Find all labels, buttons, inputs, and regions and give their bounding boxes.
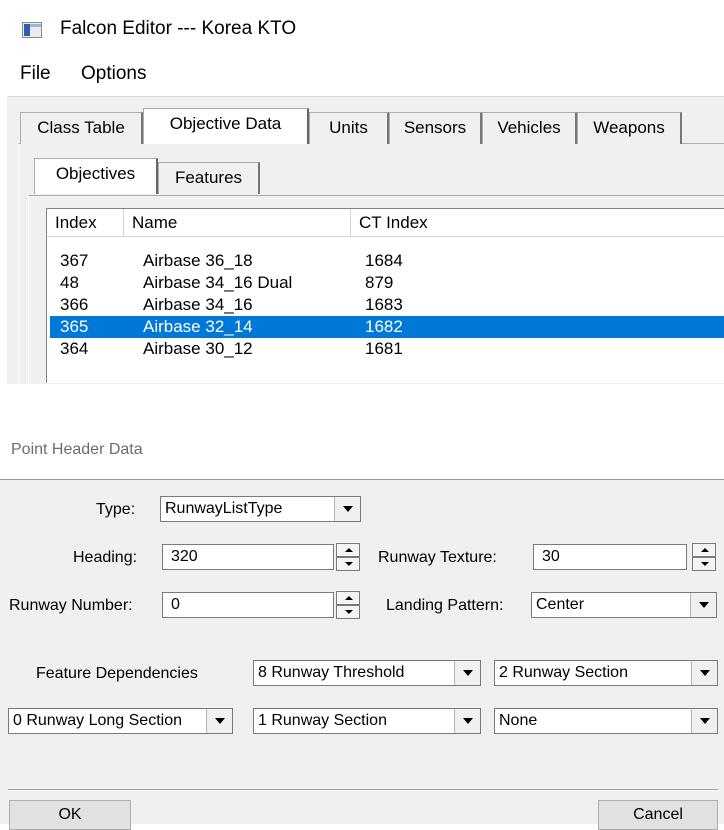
runway-texture-spinner[interactable]	[692, 543, 716, 571]
runway-number-field[interactable]: 0	[162, 592, 334, 618]
chevron-down-icon[interactable]	[690, 593, 716, 617]
chevron-down-icon[interactable]	[691, 709, 717, 733]
tab-vehicles[interactable]: Vehicles	[482, 112, 577, 144]
heading-label: Heading:	[73, 549, 138, 566]
spin-down-icon[interactable]	[692, 557, 716, 571]
tab-class-table[interactable]: Class Table	[20, 112, 143, 144]
spin-down-icon[interactable]	[336, 557, 360, 571]
list-item-selected[interactable]: 365 Airbase 32_14 1682	[50, 316, 724, 338]
landing-pattern-label: Landing Pattern:	[386, 597, 504, 614]
landing-pattern-dropdown[interactable]: Center	[531, 592, 717, 618]
chevron-down-icon[interactable]	[454, 709, 480, 733]
cell-index: 365	[60, 317, 89, 336]
menu-file[interactable]: File	[20, 63, 51, 85]
subtab-features[interactable]: Features	[158, 162, 260, 194]
cell-ct-index: 879	[365, 273, 394, 292]
cell-index: 367	[60, 251, 89, 270]
cell-index: 48	[60, 273, 79, 292]
feature-dependencies-label: Feature Dependencies	[36, 665, 198, 682]
column-header-index[interactable]: Index	[47, 209, 124, 237]
cell-name: Airbase 34_16	[143, 295, 253, 314]
chevron-down-icon[interactable]	[691, 661, 717, 685]
dependency-value: 8 Runway Threshold	[258, 664, 405, 681]
dependency-dropdown-1[interactable]: 8 Runway Threshold	[253, 660, 481, 686]
list-item[interactable]: 367 Airbase 36_18 1684	[50, 250, 724, 272]
objectives-list[interactable]: Index Name CT Index 367 Airbase 36_18 16…	[46, 208, 724, 383]
chevron-down-icon[interactable]	[454, 661, 480, 685]
column-header-name[interactable]: Name	[124, 209, 351, 237]
tab-weapons[interactable]: Weapons	[577, 112, 682, 144]
heading-field[interactable]: 320	[162, 544, 334, 570]
chevron-down-icon[interactable]	[334, 497, 360, 521]
runway-texture-label: Runway Texture:	[378, 549, 497, 566]
runway-number-label: Runway Number:	[9, 597, 133, 614]
cell-ct-index: 1682	[365, 317, 403, 336]
cell-index: 364	[60, 339, 89, 358]
dependency-value: None	[499, 712, 538, 729]
list-item[interactable]: 48 Airbase 34_16 Dual 879	[50, 272, 724, 294]
menu-options[interactable]: Options	[81, 63, 146, 85]
runway-texture-field[interactable]: 30	[533, 544, 687, 570]
spin-down-icon[interactable]	[336, 605, 360, 619]
cancel-button[interactable]: Cancel	[598, 800, 718, 830]
dependency-dropdown-4[interactable]: 1 Runway Section	[253, 708, 481, 734]
list-item[interactable]: 364 Airbase 30_12 1681	[50, 338, 724, 360]
type-value: RunwayListType	[165, 500, 283, 517]
dependency-value: 1 Runway Section	[258, 712, 387, 729]
dependency-dropdown-3[interactable]: 0 Runway Long Section	[8, 708, 233, 734]
runway-number-spinner[interactable]	[336, 591, 360, 619]
app-icon	[22, 22, 42, 38]
tab-sensors[interactable]: Sensors	[389, 112, 482, 144]
cell-ct-index: 1681	[365, 339, 403, 358]
spin-up-icon[interactable]	[336, 543, 360, 557]
heading-spinner[interactable]	[336, 543, 360, 571]
type-dropdown[interactable]: RunwayListType	[160, 496, 361, 522]
dependency-dropdown-5[interactable]: None	[494, 708, 718, 734]
ok-button[interactable]: OK	[9, 800, 131, 830]
cell-name: Airbase 32_14	[143, 317, 253, 336]
tab-units[interactable]: Units	[309, 112, 389, 144]
cell-name: Airbase 36_18	[143, 251, 253, 270]
point-header-dialog: Type: RunwayListType Heading: 320 Runway…	[0, 479, 724, 824]
dialog-title: Point Header Data	[11, 441, 143, 458]
dependency-dropdown-2[interactable]: 2 Runway Section	[494, 660, 718, 686]
cell-name: Airbase 34_16 Dual	[143, 273, 293, 292]
dependency-value: 0 Runway Long Section	[13, 712, 182, 729]
type-label: Type:	[96, 501, 136, 518]
spin-up-icon[interactable]	[692, 543, 716, 557]
window-title: Falcon Editor --- Korea KTO	[60, 18, 297, 39]
divider	[8, 789, 718, 791]
cell-ct-index: 1683	[365, 295, 403, 314]
subtab-objectives[interactable]: Objectives	[34, 158, 158, 194]
landing-pattern-value: Center	[536, 596, 585, 613]
cell-ct-index: 1684	[365, 251, 403, 270]
cell-index: 366	[60, 295, 89, 314]
chevron-down-icon[interactable]	[206, 709, 232, 733]
dependency-value: 2 Runway Section	[499, 664, 628, 681]
column-header-ct-index[interactable]: CT Index	[351, 209, 724, 237]
list-item[interactable]: 366 Airbase 34_16 1683	[50, 294, 724, 316]
tab-objective-data[interactable]: Objective Data	[143, 108, 309, 144]
cell-name: Airbase 30_12	[143, 339, 253, 358]
spin-up-icon[interactable]	[336, 591, 360, 605]
